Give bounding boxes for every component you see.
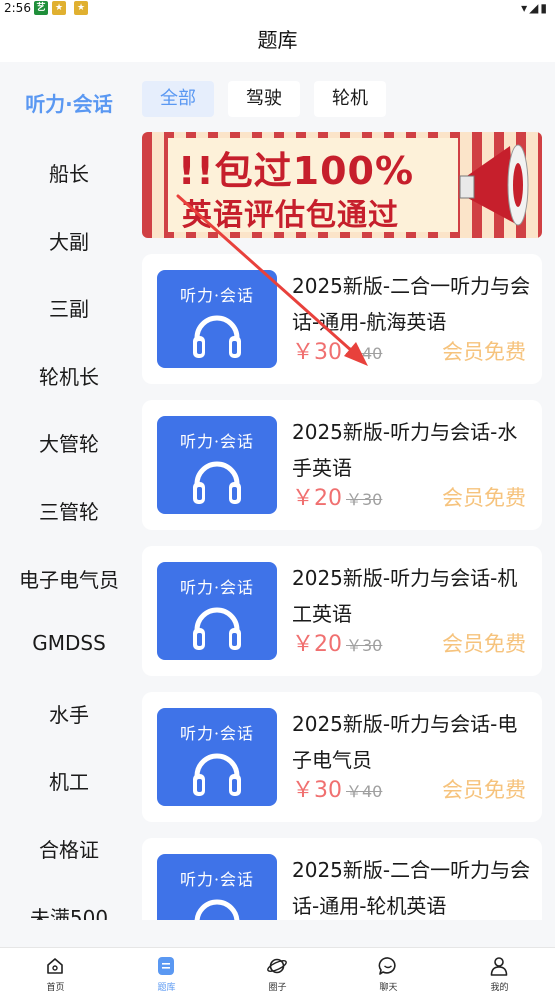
app-notification-icon: 艺 <box>34 1 48 15</box>
sidebar-item-captain[interactable]: 船长 <box>0 158 138 187</box>
status-bar: 2:56 艺 ★ ★ ▾◢▮ <box>0 0 555 18</box>
headphones-icon <box>193 607 241 650</box>
status-time: 2:56 <box>4 1 31 15</box>
member-free-badge: 会员免费 <box>442 340 526 364</box>
thumbnail-label: 听力·会话 <box>179 870 255 889</box>
bottom-navigation: 首页 题库 圈子 聊天 我的 <box>0 947 555 997</box>
headphones-icon <box>193 461 241 504</box>
course-price: ￥20 <box>292 632 342 657</box>
headphones-icon <box>194 899 240 920</box>
filter-tab-engine[interactable]: 轮机 <box>314 81 386 117</box>
sidebar-item-certificate[interactable]: 合格证 <box>0 834 138 863</box>
original-price: ￥40 <box>346 344 383 363</box>
nav-profile[interactable]: 我的 <box>444 948 555 997</box>
nav-label: 首页 <box>46 983 65 993</box>
sidebar-item-gmdss[interactable]: GMDSS <box>0 631 138 655</box>
course-title: 2025新版-听力与会话-机工英语 <box>292 566 518 626</box>
sidebar-item-motorman[interactable]: 机工 <box>0 766 138 795</box>
nav-circle[interactable]: 圈子 <box>222 948 333 997</box>
system-status-icons: ▾◢▮ <box>521 1 549 15</box>
original-price: ￥30 <box>346 636 383 655</box>
sidebar-item-third-mate[interactable]: 三副 <box>0 293 138 322</box>
sidebar-item-chief-mate[interactable]: 大副 <box>0 226 138 255</box>
course-card[interactable]: 听力·会话 2025新版-听力与会话-电子电气员 ￥30 ￥40 会员免费 <box>142 692 542 822</box>
promo-banner[interactable]: !!包过100% 英语评估包通过 <box>142 132 542 238</box>
sidebar-item-second-engineer[interactable]: 大管轮 <box>0 428 138 457</box>
sidebar-item-third-engineer[interactable]: 三管轮 <box>0 496 138 525</box>
sidebar-item-sailor[interactable]: 水手 <box>0 699 138 728</box>
thumbnail-label: 听力·会话 <box>179 286 255 305</box>
course-card[interactable]: 听力·会话 2025新版-二合一听力与会话-通用-航海英语 ￥30 ￥40 会员… <box>142 254 542 384</box>
original-price: ￥40 <box>346 782 383 801</box>
course-title: 2025新版-听力与会话-水手英语 <box>292 420 518 480</box>
user-icon <box>490 957 508 976</box>
nav-label: 我的 <box>490 983 509 993</box>
banner-subheadline: 英语评估包通过 <box>182 198 399 233</box>
course-thumbnail: 听力·会话 <box>157 708 277 806</box>
course-thumbnail: 听力·会话 <box>157 854 277 920</box>
course-thumbnail: 听力·会话 <box>157 416 277 514</box>
banner-headline: !!包过100% <box>178 149 415 193</box>
header: 题库 <box>0 18 555 62</box>
thumbnail-label: 听力·会话 <box>179 578 255 597</box>
headphones-icon <box>193 315 241 358</box>
nav-label: 题库 <box>157 983 176 993</box>
app-notification-icon: ★ <box>74 1 88 15</box>
member-free-badge: 会员免费 <box>442 486 526 510</box>
course-price: ￥20 <box>292 486 342 511</box>
course-title: 2025新版-二合一听力与会话-通用-轮机英语 <box>292 858 531 918</box>
category-sidebar: 听力·会话 船长 大副 三副 轮机长 大管轮 三管轮 电子电气员 GMDSS 水… <box>0 62 138 920</box>
member-free-badge: 会员免费 <box>442 778 526 802</box>
headphones-icon <box>193 753 241 796</box>
course-price: ￥30 <box>292 778 342 803</box>
sidebar-item-chief-engineer[interactable]: 轮机长 <box>0 361 138 390</box>
sidebar-item-under-500[interactable]: 未满500 <box>0 902 138 920</box>
course-card[interactable]: 听力·会话 2025新版-听力与会话-机工英语 ￥20 ￥30 会员免费 <box>142 546 542 676</box>
planet-icon <box>267 958 287 974</box>
nav-home[interactable]: 首页 <box>0 948 111 997</box>
megaphone-icon <box>459 144 529 226</box>
question-bank-icon <box>158 957 174 975</box>
sidebar-item-electro-officer[interactable]: 电子电气员 <box>0 564 138 593</box>
filter-tab-all[interactable]: 全部 <box>142 81 214 117</box>
nav-question-bank[interactable]: 题库 <box>111 948 222 997</box>
chat-icon <box>378 957 396 975</box>
nav-chat[interactable]: 聊天 <box>333 948 444 997</box>
nav-label: 圈子 <box>268 983 287 993</box>
course-thumbnail: 听力·会话 <box>157 270 277 368</box>
course-price: ￥30 <box>292 340 342 365</box>
thumbnail-label: 听力·会话 <box>179 432 255 451</box>
app-notification-icon: ★ <box>52 1 66 15</box>
home-icon <box>47 958 63 974</box>
page-title: 题库 <box>257 28 298 52</box>
thumbnail-label: 听力·会话 <box>179 724 255 743</box>
course-title: 2025新版-听力与会话-电子电气员 <box>292 712 518 772</box>
course-title: 2025新版-二合一听力与会话-通用-航海英语 <box>292 274 531 334</box>
original-price: ￥30 <box>346 490 383 509</box>
course-card[interactable]: 听力·会话 2025新版-听力与会话-水手英语 ￥20 ￥30 会员免费 <box>142 400 542 530</box>
sidebar-item-listening[interactable]: 听力·会话 <box>0 88 138 117</box>
member-free-badge: 会员免费 <box>442 632 526 656</box>
filter-tab-deck[interactable]: 驾驶 <box>228 81 300 117</box>
course-card[interactable]: 听力·会话 2025新版-二合一听力与会话-通用-轮机英语 <box>142 838 542 920</box>
course-thumbnail: 听力·会话 <box>157 562 277 660</box>
nav-label: 聊天 <box>379 983 398 993</box>
